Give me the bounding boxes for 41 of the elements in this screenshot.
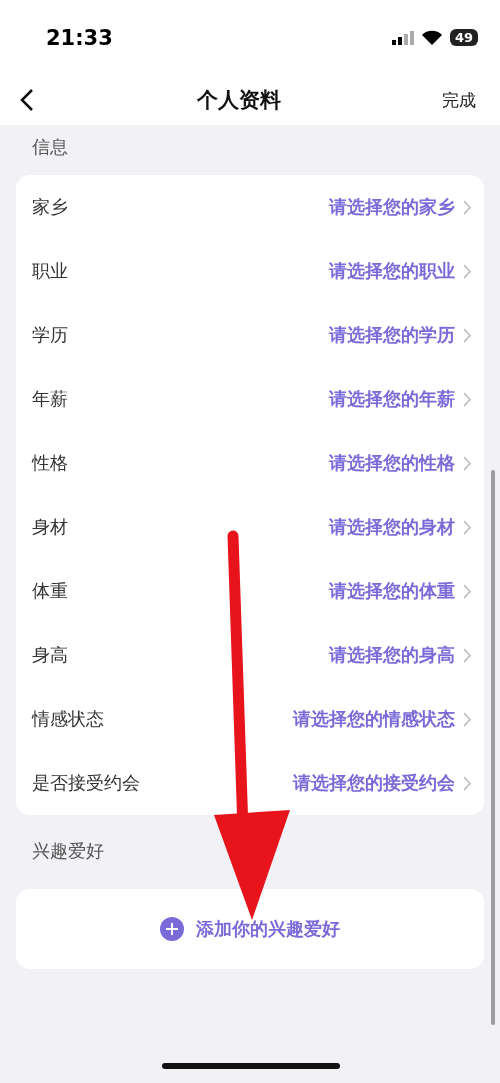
chevron-icon — [463, 775, 472, 791]
chevron-icon — [463, 327, 472, 343]
select-link[interactable]: 请选择您的家乡 — [329, 195, 455, 219]
chevron-icon — [463, 583, 472, 599]
back-icon[interactable] — [18, 88, 36, 112]
battery-icon: 49 — [449, 29, 478, 46]
select-link[interactable]: 请选择您的职业 — [329, 259, 455, 283]
chevron-icon — [463, 455, 472, 471]
chevron-icon — [463, 519, 472, 535]
select-link[interactable]: 请选择您的性格 — [329, 451, 455, 475]
field-label: 情感状态 — [32, 707, 104, 731]
field-label: 身材 — [32, 515, 68, 539]
select-link[interactable]: 请选择您的学历 — [329, 323, 455, 347]
plus-icon[interactable] — [160, 917, 184, 941]
status-time: 21:33 — [46, 25, 113, 50]
field-label: 是否接受约会 — [32, 771, 140, 795]
field-label: 身高 — [32, 643, 68, 667]
select-link[interactable]: 请选择您的体重 — [329, 579, 455, 603]
wifi-icon — [421, 30, 442, 45]
select-link[interactable]: 请选择您的身材 — [329, 515, 455, 539]
section-header: 兴趣爱好 — [31, 839, 105, 863]
chevron-icon — [463, 711, 472, 727]
select-link[interactable]: 请选择您的接受约会 — [293, 771, 455, 795]
page-title: 个人资料 — [197, 87, 281, 114]
field-label: 体重 — [32, 579, 68, 603]
done-button[interactable]: 完成 — [442, 88, 476, 112]
field-label: 年薪 — [32, 387, 68, 411]
field-label: 学历 — [32, 323, 68, 347]
chevron-icon — [463, 199, 472, 215]
signal-icon — [391, 30, 414, 45]
chevron-icon — [463, 263, 472, 279]
section-header: 信息 — [31, 135, 69, 159]
field-label: 职业 — [32, 259, 68, 283]
field-label: 性格 — [32, 451, 68, 475]
select-link[interactable]: 请选择您的身高 — [329, 643, 455, 667]
chevron-icon — [463, 647, 472, 663]
select-link[interactable]: 请选择您的年薪 — [329, 387, 455, 411]
select-link[interactable]: 请选择您的情感状态 — [293, 707, 455, 731]
add-hobby-button[interactable]: 添加你的兴趣爱好 — [196, 917, 340, 941]
field-label: 家乡 — [32, 195, 68, 219]
chevron-icon — [463, 391, 472, 407]
